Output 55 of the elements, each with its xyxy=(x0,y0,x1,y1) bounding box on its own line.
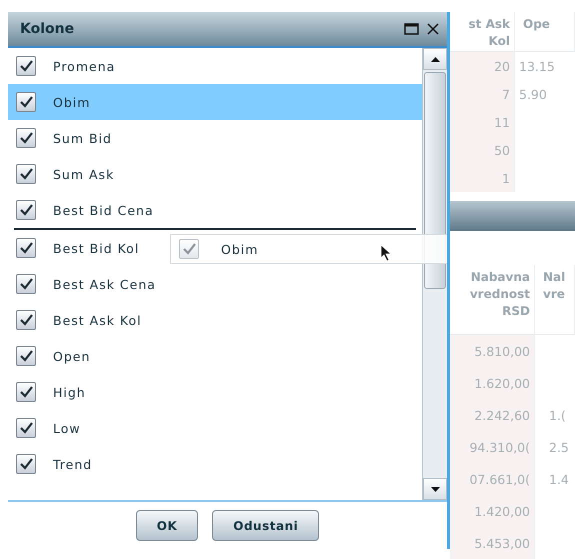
checkmark-icon xyxy=(20,278,32,290)
dragged-list-item: Obim xyxy=(170,234,447,264)
checkbox[interactable] xyxy=(16,454,36,474)
table-cell: 5.810,00 xyxy=(450,335,535,367)
table-cell: 94.310,0( xyxy=(450,431,535,463)
table-cell: 1.420,00 xyxy=(450,495,535,527)
checkmark-icon xyxy=(20,132,32,144)
table-cell: 7 xyxy=(450,80,515,108)
checkbox[interactable] xyxy=(16,92,36,112)
cancel-button[interactable]: Odustani xyxy=(212,510,320,541)
table-cell: 11 xyxy=(450,108,515,136)
scroll-down-icon[interactable] xyxy=(430,486,440,492)
table-cell-text: 1.( xyxy=(548,406,567,424)
checkbox[interactable] xyxy=(16,164,36,184)
table-cell: 5.453,00 xyxy=(450,527,535,559)
checkmark-icon xyxy=(20,242,32,254)
checkbox[interactable] xyxy=(16,310,36,330)
checkmark-icon xyxy=(20,168,32,180)
column-list-item[interactable]: Obim xyxy=(8,84,422,120)
checkmark-icon xyxy=(20,350,32,362)
checkbox[interactable] xyxy=(16,238,36,258)
checkbox[interactable] xyxy=(16,382,36,402)
column-header: Ope xyxy=(515,12,575,52)
table-cell-text: 2.5 xyxy=(548,438,570,456)
table-cell-text: 13.15 xyxy=(518,58,556,76)
ok-button[interactable]: OK xyxy=(136,510,198,541)
column-header: Nal vre xyxy=(535,265,575,335)
checkmark-icon xyxy=(20,60,32,72)
checkmark-icon xyxy=(20,96,32,108)
checkbox[interactable] xyxy=(16,346,36,366)
checkbox[interactable] xyxy=(16,418,36,438)
checkmark-icon xyxy=(20,314,32,326)
checkbox[interactable] xyxy=(16,200,36,220)
checkbox[interactable] xyxy=(16,56,36,76)
checkmark-icon xyxy=(20,386,32,398)
dialog-title: Kolone xyxy=(20,21,76,37)
close-icon[interactable] xyxy=(427,23,439,35)
table-cell: 2.242,60 xyxy=(450,399,535,431)
scrollbar[interactable] xyxy=(422,48,447,500)
table-cell: 07.661,0( xyxy=(450,463,535,495)
checkbox[interactable] xyxy=(16,274,36,294)
checkmark-icon xyxy=(20,204,32,216)
table-cell: 1 xyxy=(450,164,515,192)
checkmark-icon xyxy=(20,422,32,434)
table-cell-text: 5.90 xyxy=(518,86,548,104)
checkmark-icon xyxy=(182,243,196,255)
checkmark-icon xyxy=(20,458,32,470)
table-cell: 50 xyxy=(450,136,515,164)
table-cell: 20 xyxy=(450,52,515,80)
table-cell: 1.620,00 xyxy=(450,367,535,399)
maximize-icon[interactable] xyxy=(404,23,419,35)
table-cell-text: 1.4 xyxy=(548,470,570,488)
checkbox[interactable] xyxy=(16,128,36,148)
scroll-up-icon[interactable] xyxy=(430,56,440,62)
mouse-cursor-icon xyxy=(380,244,392,262)
